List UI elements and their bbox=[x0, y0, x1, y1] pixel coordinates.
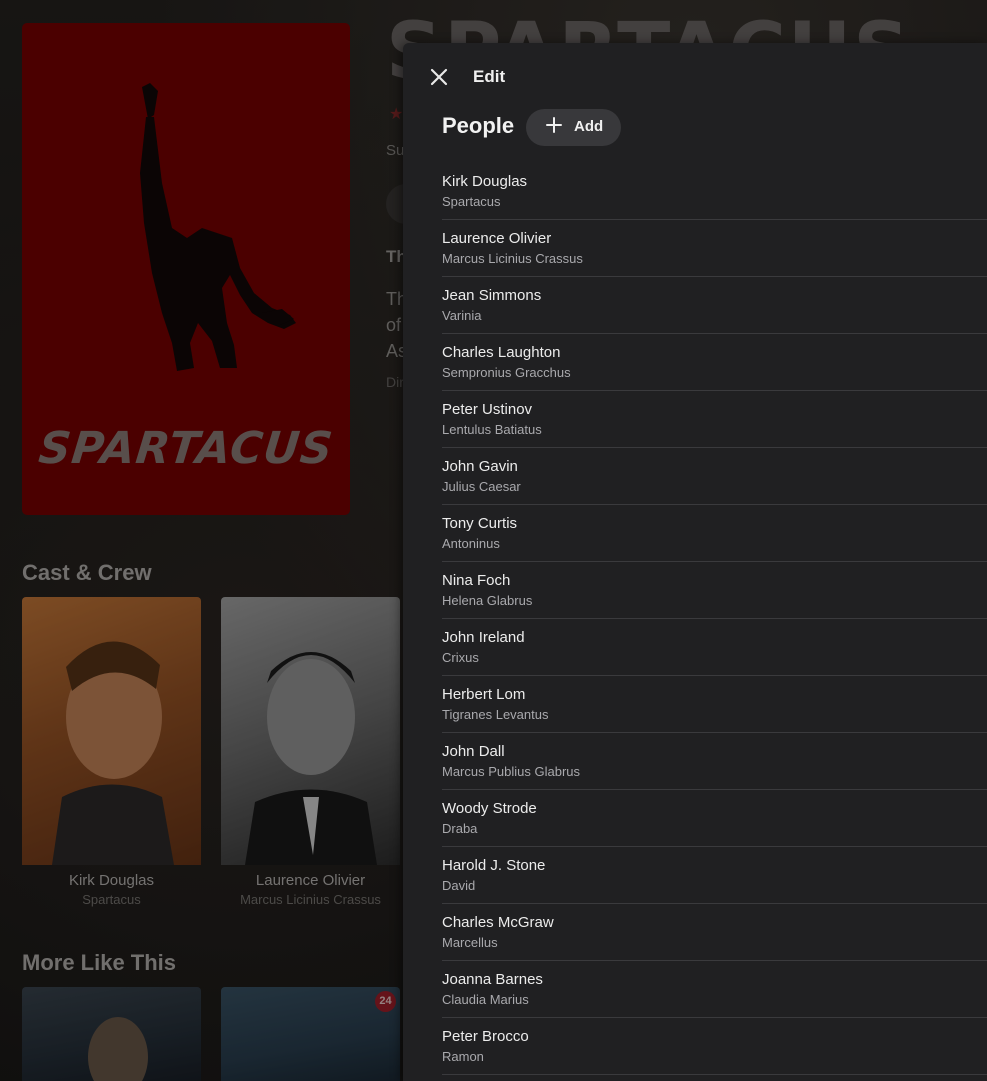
person-role: David bbox=[442, 878, 476, 893]
person-role: Ramon bbox=[442, 1049, 484, 1064]
person-name: John Dall bbox=[442, 743, 505, 760]
person-row[interactable]: Harold J. Stone David bbox=[442, 847, 987, 904]
panel-title: Edit bbox=[473, 67, 506, 86]
add-label: Add bbox=[574, 118, 604, 135]
person-name: Harold J. Stone bbox=[442, 857, 546, 874]
person-role: Varinia bbox=[442, 308, 482, 323]
person-role: Marcus Publius Glabrus bbox=[442, 764, 580, 779]
edit-panel: Edit People Add Kirk Douglas Spartacus Lau… bbox=[403, 43, 987, 1081]
person-row[interactable]: Joanna Barnes Claudia Marius bbox=[442, 961, 987, 1018]
person-row[interactable]: Tony Curtis Antoninus bbox=[442, 505, 987, 562]
people-heading: People bbox=[442, 113, 515, 138]
person-role: Julius Caesar bbox=[442, 479, 521, 494]
person-role: Sempronius Gracchus bbox=[442, 365, 571, 380]
person-name: John Gavin bbox=[442, 458, 518, 475]
person-role: Crixus bbox=[442, 650, 479, 665]
person-role: Marcus Licinius Crassus bbox=[442, 251, 583, 266]
person-role: Draba bbox=[442, 821, 478, 836]
person-role: Lentulus Batiatus bbox=[442, 422, 542, 437]
person-row[interactable]: John Gavin Julius Caesar bbox=[442, 448, 987, 505]
person-name: Herbert Lom bbox=[442, 686, 526, 703]
person-name: Charles McGraw bbox=[442, 914, 554, 931]
close-icon[interactable] bbox=[427, 65, 451, 89]
person-row[interactable]: Peter Ustinov Lentulus Batiatus bbox=[442, 391, 987, 448]
person-row[interactable]: Herbert Lom Tigranes Levantus bbox=[442, 676, 987, 733]
people-list: Kirk Douglas Spartacus Laurence Olivier Mar… bbox=[442, 163, 987, 1075]
person-name: Laurence Olivier bbox=[442, 230, 552, 247]
person-name: Joanna Barnes bbox=[442, 971, 543, 988]
plus-icon bbox=[546, 117, 562, 133]
person-role: Spartacus bbox=[442, 194, 501, 209]
person-row[interactable]: Charles Laughton Sempronius Gracchus bbox=[442, 334, 987, 391]
person-name: John Ireland bbox=[442, 629, 525, 646]
person-name: Charles Laughton bbox=[442, 344, 561, 361]
person-name: Nina Foch bbox=[442, 572, 511, 589]
person-role: Antoninus bbox=[442, 536, 500, 551]
person-row[interactable]: Woody Strode Draba bbox=[442, 790, 987, 847]
person-name: Peter Ustinov bbox=[442, 401, 533, 418]
person-role: Tigranes Levantus bbox=[442, 707, 549, 722]
person-row[interactable]: John Ireland Crixus bbox=[442, 619, 987, 676]
person-row[interactable]: Jean Simmons Varinia bbox=[442, 277, 987, 334]
add-person-button[interactable]: Add bbox=[526, 109, 621, 146]
person-row[interactable]: Charles McGraw Marcellus bbox=[442, 904, 987, 961]
person-name: Jean Simmons bbox=[442, 287, 542, 304]
person-role: Marcellus bbox=[442, 935, 498, 950]
person-role: Claudia Marius bbox=[442, 992, 529, 1007]
person-name: Woody Strode bbox=[442, 800, 537, 817]
person-name: Peter Brocco bbox=[442, 1028, 529, 1045]
person-role: Helena Glabrus bbox=[442, 593, 533, 608]
person-name: Tony Curtis bbox=[442, 515, 518, 532]
person-row[interactable]: John Dall Marcus Publius Glabrus bbox=[442, 733, 987, 790]
person-row[interactable]: Kirk Douglas Spartacus bbox=[442, 163, 987, 220]
person-row[interactable]: Laurence Olivier Marcus Licinius Crassus bbox=[442, 220, 987, 277]
person-name: Kirk Douglas bbox=[442, 173, 528, 190]
person-row[interactable]: Peter Brocco Ramon bbox=[442, 1018, 987, 1075]
person-row[interactable]: Nina Foch Helena Glabrus bbox=[442, 562, 987, 619]
